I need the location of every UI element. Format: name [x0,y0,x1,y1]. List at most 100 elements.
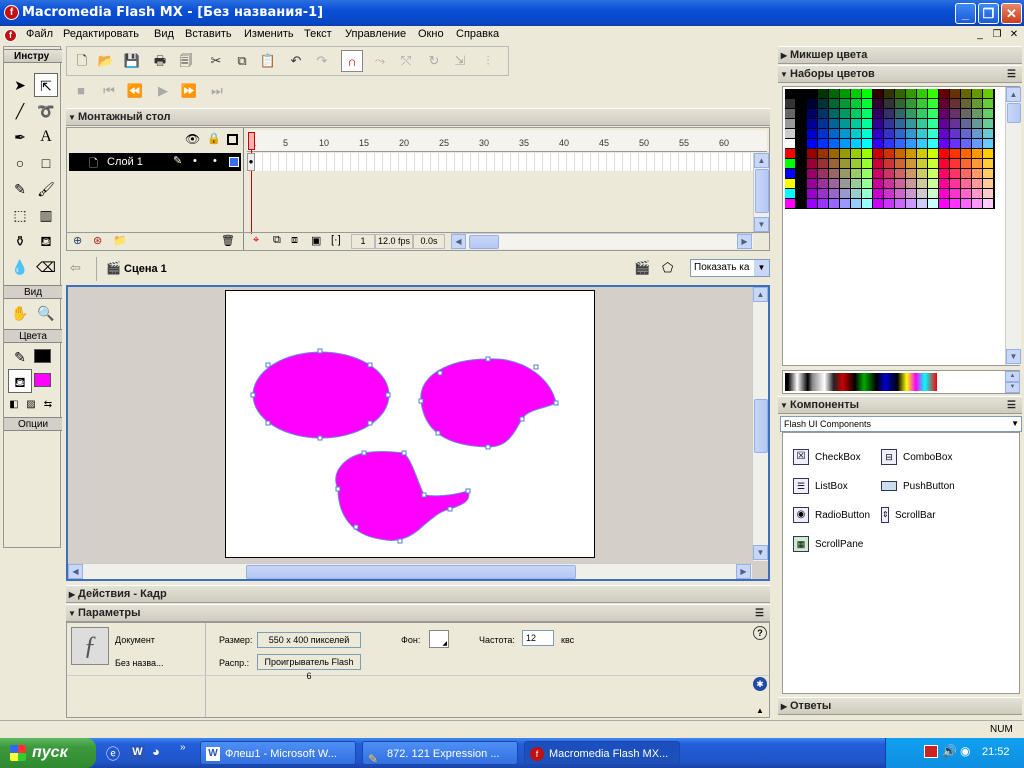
color-swatch[interactable] [840,159,850,168]
color-swatch[interactable] [983,139,993,148]
color-swatch[interactable] [939,99,949,108]
color-swatch[interactable] [884,149,894,158]
accessibility-icon[interactable]: ✱ [753,677,767,691]
color-swatch[interactable] [895,129,905,138]
color-swatch[interactable] [972,139,982,148]
color-swatch[interactable] [983,99,993,108]
no-color-icon[interactable]: ▨ [23,393,39,417]
color-swatch[interactable] [884,189,894,198]
color-swatch[interactable] [983,119,993,128]
color-swatch[interactable] [873,129,883,138]
answers-header[interactable]: ▶ Ответы [778,697,1022,715]
color-swatch[interactable] [807,119,817,128]
flash-app-icon[interactable]: f [4,5,19,20]
color-swatch[interactable] [807,179,817,188]
color-swatch[interactable] [785,119,795,128]
color-swatch[interactable] [796,109,806,118]
color-swatch[interactable] [906,189,916,198]
color-swatch[interactable] [818,189,828,198]
insert-folder-icon[interactable]: 📁 [113,234,127,247]
color-swatch[interactable] [818,89,828,98]
color-swatch[interactable] [895,199,905,208]
color-swatch[interactable] [873,109,883,118]
color-swatch[interactable] [785,109,795,118]
color-swatch[interactable] [818,109,828,118]
color-swatch[interactable] [829,199,839,208]
color-swatch[interactable] [917,159,927,168]
color-swatch[interactable] [961,109,971,118]
color-swatch[interactable] [807,159,817,168]
menu-text[interactable]: Текст [304,28,332,40]
pencil-tool-icon[interactable]: ✎ [8,177,32,201]
color-swatch[interactable] [818,139,828,148]
color-swatch[interactable] [961,179,971,188]
task-word[interactable]: W Флеш1 - Microsoft W... [200,741,356,765]
color-swatch[interactable] [950,189,960,198]
color-swatch[interactable] [983,109,993,118]
color-swatch[interactable] [895,109,905,118]
onion-outline-icon[interactable]: ⧈ [291,234,298,247]
swatch-scroll-down-icon[interactable]: ▼ [1006,349,1021,364]
eye-icon[interactable]: 👁 [185,132,200,146]
color-swatch[interactable] [928,109,938,118]
eyedropper-tool-icon[interactable]: 💧 [8,255,32,279]
delete-layer-icon[interactable]: 🗑 [221,234,235,247]
layer-visible-dot[interactable]: • [193,155,197,167]
swatches-header[interactable]: ▼ Наборы цветов ☰ [778,65,1022,83]
color-swatch[interactable] [840,99,850,108]
component-scrollpane[interactable]: ▦ ScrollPane [793,536,863,554]
ie-quicklaunch-icon[interactable]: ⓔ [106,744,120,764]
color-swatch[interactable] [785,89,795,98]
color-swatch[interactable] [796,129,806,138]
lasso-tool-icon[interactable]: ➰ [34,99,58,123]
color-swatch[interactable] [884,89,894,98]
color-swatch[interactable] [829,159,839,168]
color-swatch[interactable] [785,99,795,108]
color-swatch[interactable] [851,119,861,128]
color-swatch[interactable] [851,139,861,148]
zoom-select[interactable]: Показать ка ▼ [690,259,770,277]
color-swatch[interactable] [840,89,850,98]
swatch-scroll-up-icon[interactable]: ▲ [1006,87,1021,102]
color-swatch[interactable] [851,89,861,98]
color-swatch[interactable] [939,129,949,138]
color-swatch[interactable] [862,119,872,128]
new-file-icon[interactable]: 🗋 [71,50,93,72]
color-swatch[interactable] [917,109,927,118]
scale-icon[interactable]: ⇲ [449,50,471,72]
menu-control[interactable]: Управление [345,28,406,40]
fill-transform-tool-icon[interactable]: ▥ [34,203,58,227]
color-swatch[interactable] [873,199,883,208]
color-swatch[interactable] [972,99,982,108]
color-swatch[interactable] [917,179,927,188]
color-swatch[interactable] [862,169,872,178]
components-set-select[interactable]: Flash UI Components ▼ [780,416,1022,432]
color-swatch[interactable] [807,99,817,108]
color-swatch[interactable] [862,189,872,198]
color-swatch[interactable] [796,189,806,198]
color-swatch[interactable] [829,179,839,188]
minimize-button[interactable]: _ [955,3,976,24]
zoom-tool-icon[interactable]: 🔍 [34,301,58,325]
media-player-quicklaunch-icon[interactable]: ◕ [152,744,160,759]
color-swatch[interactable] [873,139,883,148]
color-swatch[interactable] [807,109,817,118]
default-colors-icon[interactable]: ◧ [6,393,22,417]
scroll-left-arrow-icon[interactable]: ◀ [451,234,466,249]
color-swatch[interactable] [884,129,894,138]
menu-view[interactable]: Вид [154,28,174,40]
color-swatch[interactable] [939,179,949,188]
color-swatch[interactable] [895,169,905,178]
help-icon[interactable]: ? [753,626,767,640]
keyframe[interactable]: ● [247,153,255,171]
color-swatch[interactable] [961,139,971,148]
color-swatch[interactable] [851,169,861,178]
start-button[interactable]: пуск [0,738,96,768]
color-swatch[interactable] [928,89,938,98]
color-swatch[interactable] [862,99,872,108]
color-swatch[interactable] [972,179,982,188]
stroke-color-swatch[interactable] [34,349,51,363]
color-swatch[interactable] [785,139,795,148]
color-swatch[interactable] [972,169,982,178]
color-swatch[interactable] [840,199,850,208]
